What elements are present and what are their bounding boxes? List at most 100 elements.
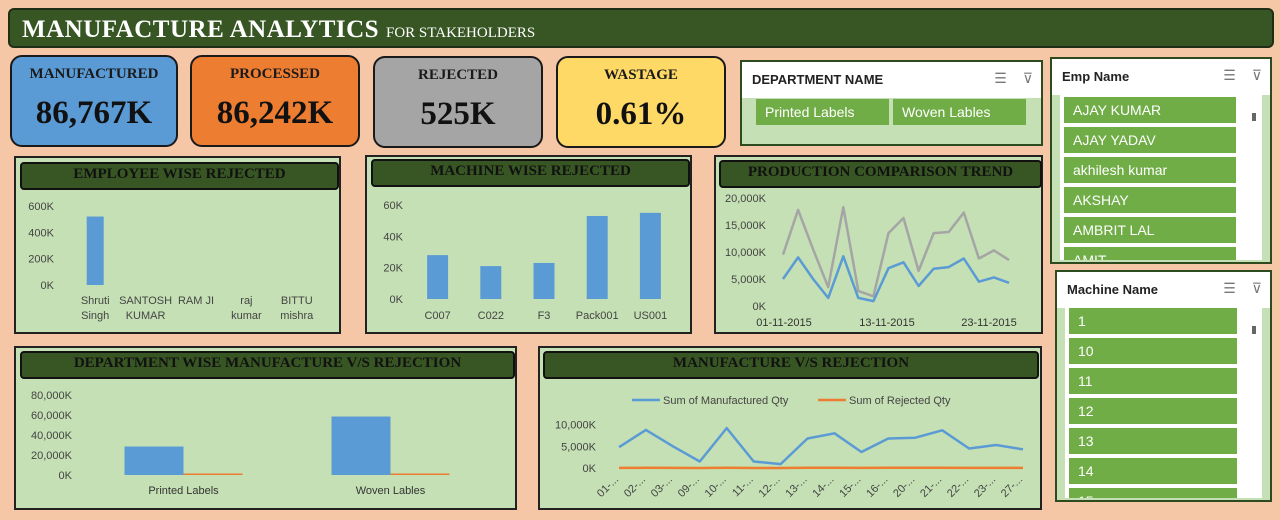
slicer-item[interactable]: AJAY YADAV — [1064, 127, 1236, 153]
x-tick-label: RAM JI — [178, 295, 214, 307]
y-tick-label: 20K — [383, 263, 403, 275]
kpi-label: PROCESSED — [229, 66, 321, 82]
x-tick-label: raj — [240, 295, 252, 307]
slicer-item[interactable]: 15 — [1069, 488, 1237, 498]
slicer-list: AJAY KUMAR AJAY YADAV akhilesh kumar AKS… — [1060, 95, 1262, 260]
x-tick-label: 03-... — [649, 474, 675, 500]
page-title: MANUFACTURE ANALYTICS — [22, 16, 380, 43]
scroll-thumb[interactable] — [1252, 113, 1256, 121]
slicer-title: DEPARTMENT NAME — [752, 72, 884, 87]
x-tick-label: 13-11-2015 — [859, 317, 914, 329]
slicer-item[interactable]: AMIT — [1064, 247, 1236, 260]
slicer-header: Machine Name ☰ ⊽ — [1057, 272, 1270, 308]
x-tick-label: 01-... — [595, 474, 621, 500]
scroll-thumb[interactable] — [1252, 326, 1256, 334]
machine-rejected-panel: MACHINE WISE REJECTED 0K 20K 40K 60K C007 C02… — [365, 155, 692, 334]
slicer-scrollbar[interactable] — [1246, 95, 1262, 260]
x-tick-label: 22-... — [945, 474, 971, 500]
employee-rejected-chart: 0K 200K 400K 600K Shruti Singh SANTOSH KUMAR RAM… — [28, 201, 314, 322]
y-tick-label: 60,000K — [31, 410, 73, 422]
multi-select-icon[interactable]: ☰ — [1223, 280, 1236, 296]
series-line — [781, 255, 1010, 303]
bar — [331, 416, 391, 475]
kpi-label: REJECTED — [417, 67, 499, 83]
machine-slicer: Machine Name ☰ ⊽ 1 10 11 12 13 14 15 — [1055, 270, 1272, 502]
department-panel: DEPARTMENT WISE MANUFACTURE V/S REJECTIO… — [14, 346, 517, 510]
slicer-title: Emp Name — [1062, 69, 1130, 84]
y-tick-label: 10,000K — [555, 420, 597, 432]
y-tick-label: 600K — [28, 201, 54, 213]
production-trend-panel: PRODUCTION COMPARISON TREND 0K 5,000K 10,0… — [714, 155, 1043, 334]
x-tick-label: US001 — [634, 310, 668, 322]
x-tick-label: 10-... — [703, 474, 729, 500]
y-tick-label: 0K — [753, 301, 767, 313]
slicer-tools: ☰ ⊽ — [1223, 67, 1262, 84]
y-tick-label: 400K — [28, 227, 54, 239]
slicer-item[interactable]: AKSHAY — [1064, 187, 1236, 213]
x-tick-label: 02-... — [622, 474, 648, 500]
x-tick-label: KUMAR — [126, 310, 166, 322]
slicer-title: Machine Name — [1067, 282, 1159, 297]
page-subtitle: FOR STAKEHOLDERS — [386, 25, 536, 41]
legend-label: Sum of Rejected Qty — [849, 395, 951, 407]
kpi-label: WASTAGE — [604, 67, 678, 83]
department-chart: 0K 20,000K 40,000K 60,000K 80,000K Printed La… — [31, 390, 450, 497]
slicer-item[interactable]: 1 — [1069, 308, 1237, 334]
multi-select-icon[interactable]: ☰ — [994, 70, 1007, 86]
x-tick-label: 16-... — [864, 474, 890, 500]
x-tick-label: C022 — [478, 310, 504, 322]
bar — [86, 216, 104, 285]
bar — [639, 212, 661, 299]
slicer-item[interactable]: akhilesh kumar — [1064, 157, 1236, 183]
slicer-item[interactable]: AJAY KUMAR — [1064, 97, 1236, 123]
mvr-panel: MANUFACTURE V/S REJECTION 0K 5,000K 10,000… — [538, 346, 1042, 510]
bar — [586, 215, 608, 299]
slicer-item[interactable]: 12 — [1069, 398, 1237, 424]
slicer-header: Emp Name ☰ ⊽ — [1052, 59, 1270, 95]
kpi-value: 86,767K — [35, 95, 153, 131]
x-tick-label: 09-... — [676, 474, 702, 500]
y-tick-label: 40,000K — [31, 430, 73, 442]
slicer-item[interactable]: 10 — [1069, 338, 1237, 364]
clear-filter-icon[interactable]: ⊽ — [1252, 280, 1262, 296]
x-tick-label: F3 — [538, 310, 551, 322]
y-tick-label: 5,000K — [731, 274, 767, 286]
y-tick-label: 0K — [59, 470, 73, 482]
y-tick-label: 200K — [28, 254, 54, 266]
x-tick-label: 23-11-2015 — [961, 317, 1016, 329]
bar — [183, 473, 243, 475]
x-tick-label: 14-... — [810, 474, 836, 500]
x-tick-label: 21-... — [918, 474, 944, 500]
kpi-value: 525K — [420, 96, 496, 132]
y-tick-label: 0K — [583, 463, 597, 475]
x-tick-label: 27-... — [999, 474, 1025, 500]
slicer-list: 1 10 11 12 13 14 15 — [1065, 308, 1262, 498]
x-tick-label: Shruti — [81, 295, 110, 307]
slicer-item[interactable]: AMBRIT LAL — [1064, 217, 1236, 243]
slicer-header: DEPARTMENT NAME ☰ ⊽ — [742, 62, 1041, 98]
bar — [427, 255, 449, 299]
y-tick-label: 20,000K — [31, 450, 73, 462]
multi-select-icon[interactable]: ☰ — [1223, 67, 1236, 83]
slicer-item-woven-lables[interactable]: Woven Lables — [893, 99, 1026, 125]
legend-label: Sum of Manufactured Qty — [663, 395, 789, 407]
slicer-item[interactable]: 13 — [1069, 428, 1237, 454]
employee-slicer: Emp Name ☰ ⊽ AJAY KUMAR AJAY YADAV akhil… — [1050, 57, 1272, 264]
clear-filter-icon[interactable]: ⊽ — [1023, 70, 1033, 86]
department-slicer: DEPARTMENT NAME ☰ ⊽ Printed Labels Woven… — [740, 60, 1043, 146]
bar — [390, 473, 450, 475]
x-tick-label: Pack001 — [576, 310, 619, 322]
x-tick-label: Printed Labels — [148, 485, 219, 497]
bar — [480, 266, 502, 299]
clear-filter-icon[interactable]: ⊽ — [1252, 67, 1262, 83]
slicer-item-printed-labels[interactable]: Printed Labels — [756, 99, 889, 125]
slicer-item[interactable]: 14 — [1069, 458, 1237, 484]
bar — [533, 262, 555, 299]
employee-rejected-panel: EMPLOYEE WISE REJECTED 0K 200K 400K 600K Shr… — [14, 156, 341, 334]
slicer-item[interactable]: 11 — [1069, 368, 1237, 394]
y-tick-label: 40K — [383, 231, 403, 243]
y-tick-label: 5,000K — [561, 441, 597, 453]
kpi-label: MANUFACTURED — [29, 66, 159, 82]
slicer-scrollbar[interactable] — [1246, 308, 1262, 498]
y-tick-label: 0K — [41, 280, 55, 292]
